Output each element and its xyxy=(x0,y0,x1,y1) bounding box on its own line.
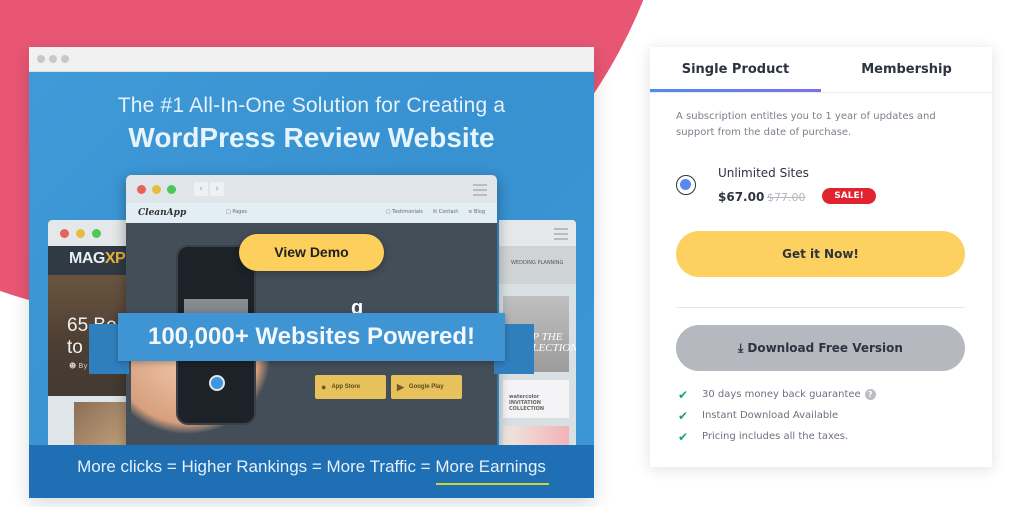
back-arrow-icon: ‹ xyxy=(194,182,208,196)
app-store-badge: ● App Store xyxy=(315,375,386,399)
app-store-label: App Store xyxy=(331,384,361,390)
hamburger-icon xyxy=(473,184,487,199)
nav-contact: ✉ Contact xyxy=(432,209,459,215)
license-radio[interactable] xyxy=(676,175,696,195)
promo-footer-strip: More clicks = Higher Rankings = More Tra… xyxy=(29,445,594,498)
promo-screenshot: The #1 All-In-One Solution for Creating … xyxy=(29,47,594,498)
subscription-description: A subscription entitles you to 1 year of… xyxy=(676,111,936,138)
minimize-dot-icon xyxy=(76,228,85,238)
cleanapp-nav: CleanApp □ Pages ▢ Testimonials ✉ Contac… xyxy=(126,203,497,223)
websites-powered-ribbon: 100,000+ Websites Powered! xyxy=(118,313,505,361)
google-play-label: Google Play xyxy=(408,384,444,390)
features-list: ✔ 30 days money back guarantee? ✔ Instant … xyxy=(678,384,876,447)
wedding-header-text: WEDDING PLANNING xyxy=(511,260,564,266)
feature-item: ✔ Pricing includes all the taxes. xyxy=(678,426,876,447)
feature-item: ✔ 30 days money back guarantee? xyxy=(678,384,876,405)
feature-item: ✔ Instant Download Available xyxy=(678,405,876,426)
camera-shutter-icon xyxy=(209,375,225,391)
sale-badge: SALE! xyxy=(822,188,876,204)
nav-pages: □ Pages xyxy=(226,209,248,215)
check-icon: ✔ xyxy=(678,387,689,402)
help-icon[interactable]: ? xyxy=(864,389,876,400)
view-demo-button[interactable]: View Demo xyxy=(239,234,384,271)
nav-links: ▢ Testimonials ✉ Contact ≡ Blog xyxy=(386,209,485,215)
feature-text: 30 days money back guarantee xyxy=(702,389,861,400)
download-free-label: Download Free Version xyxy=(747,341,903,355)
license-price: $67.00 xyxy=(718,190,765,204)
close-dot-icon xyxy=(60,228,69,238)
tab-single-product[interactable]: Single Product xyxy=(650,47,821,92)
google-play-badge: ▶ Google Play xyxy=(391,375,462,399)
logo-accent: XP xyxy=(104,250,126,267)
logo-main: MAG xyxy=(69,250,105,267)
window-dot-icon xyxy=(37,55,45,63)
nav-testimonials: ▢ Testimonials xyxy=(385,209,423,215)
maximize-dot-icon xyxy=(167,184,176,194)
wedding-header: WEDDING PLANNING xyxy=(499,246,576,284)
maximize-dot-icon xyxy=(92,228,101,238)
footer-text-highlight: More Earnings xyxy=(435,457,546,476)
check-icon: ✔ xyxy=(678,408,689,423)
license-old-price: $77.00 xyxy=(767,191,806,204)
nav-blog: ≡ Blog xyxy=(468,209,485,215)
pricing-panel: Single Product Membership A subscription… xyxy=(650,47,992,467)
license-name: Unlimited Sites xyxy=(718,166,809,180)
promo-banner: The #1 All-In-One Solution for Creating … xyxy=(29,72,594,498)
download-icon: ⤓ xyxy=(738,341,744,355)
pricing-tabs: Single Product Membership xyxy=(650,47,992,93)
tab-membership[interactable]: Membership xyxy=(821,47,992,92)
magxp-logo: MAGXP xyxy=(69,250,126,268)
minimize-dot-icon xyxy=(152,184,161,194)
page: The #1 All-In-One Solution for Creating … xyxy=(0,0,1030,507)
window-dot-icon xyxy=(49,55,57,63)
hamburger-icon xyxy=(554,228,568,243)
post-thumbnail xyxy=(74,402,134,450)
forward-arrow-icon: › xyxy=(210,182,224,196)
highlight-underline xyxy=(436,483,549,485)
footer-text-prefix: More clicks = Higher Rankings = More Tra… xyxy=(77,457,436,476)
watercolor-text: watercolor INVITATION COLLECTION xyxy=(509,394,545,412)
feature-text: Instant Download Available xyxy=(702,410,839,421)
watercolor-banner: watercolor INVITATION COLLECTION xyxy=(503,380,569,418)
play-icon: ▶ xyxy=(397,381,404,392)
check-icon: ✔ xyxy=(678,429,689,444)
divider xyxy=(676,307,965,308)
get-it-now-button[interactable]: Get it Now! xyxy=(676,231,965,277)
mock-browser-bar xyxy=(29,47,594,72)
window-titlebar: ‹ › xyxy=(126,175,497,203)
download-free-button[interactable]: ⤓ Download Free Version xyxy=(676,325,965,371)
promo-headline-line1: The #1 All-In-One Solution for Creating … xyxy=(117,94,506,117)
window-dot-icon xyxy=(61,55,69,63)
cleanapp-logo: CleanApp xyxy=(138,208,187,218)
close-dot-icon xyxy=(137,184,146,194)
license-option-unlimited[interactable]: Unlimited Sites $67.00 $77.00 SALE! xyxy=(676,162,966,210)
promo-footer-text: More clicks = Higher Rankings = More Tra… xyxy=(29,457,594,477)
promo-headline-line2: WordPress Review Website xyxy=(128,122,495,153)
feature-text: Pricing includes all the taxes. xyxy=(702,431,849,442)
browser-nav-buttons: ‹ › xyxy=(194,182,224,196)
apple-icon: ● xyxy=(321,382,327,392)
